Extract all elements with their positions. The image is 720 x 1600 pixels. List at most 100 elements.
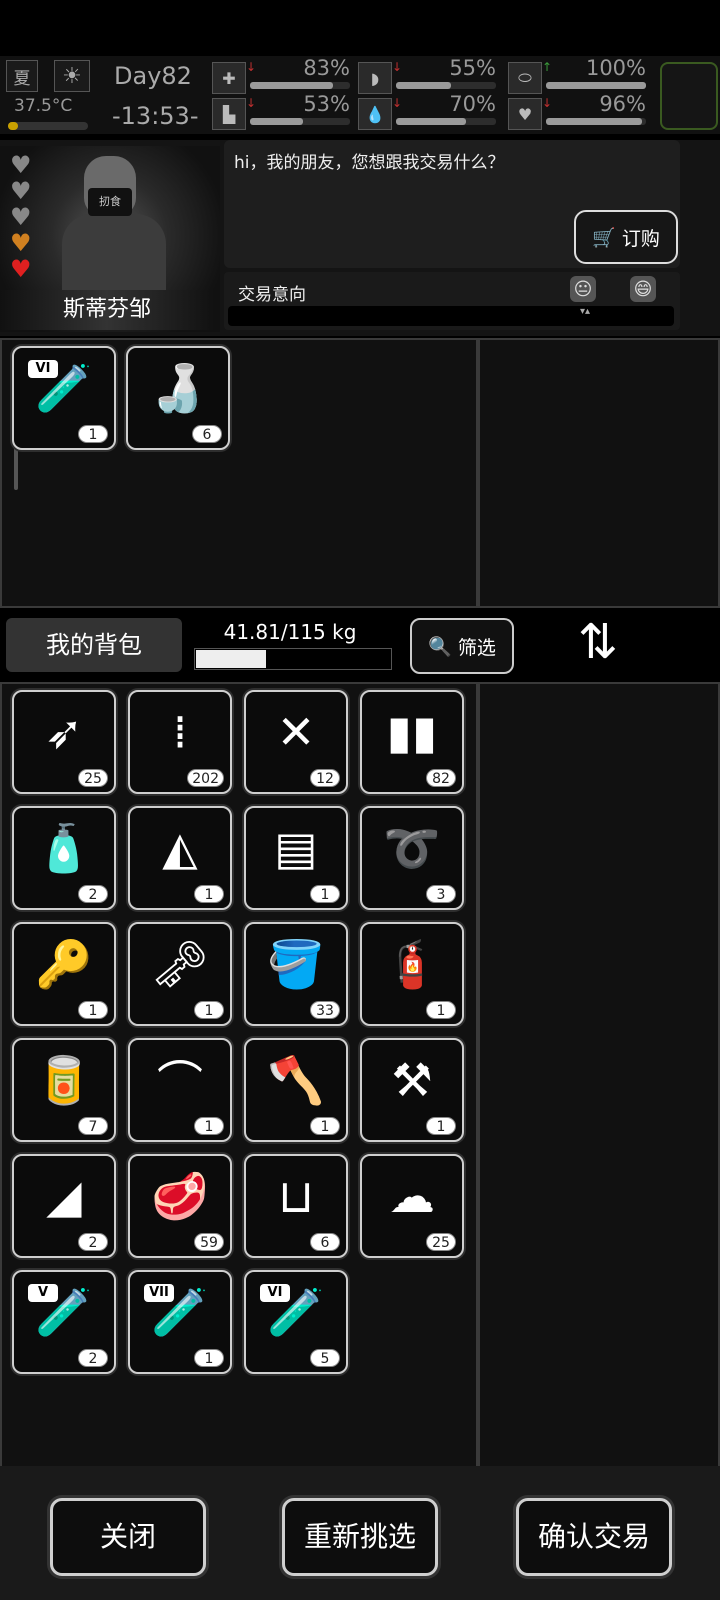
- order-button-label: 订购: [621, 227, 660, 250]
- season-indicator: 夏: [6, 60, 38, 92]
- inventory-item[interactable]: 🔑 1: [12, 922, 116, 1026]
- pistol-bullets-icon: ▮▮: [386, 705, 438, 759]
- stat-value: 83%: [303, 56, 350, 80]
- my-bag-tab[interactable]: 我的背包: [6, 618, 182, 672]
- cloth-icon: ◢: [46, 1169, 82, 1223]
- stat-value: 53%: [303, 92, 350, 116]
- inventory-item[interactable]: 🥫 7: [12, 1038, 116, 1142]
- arrow-icon: ➶: [44, 705, 84, 759]
- close-button[interactable]: 关闭: [50, 1498, 206, 1576]
- tier-badge: VI: [28, 360, 58, 378]
- rifle-bullets-icon: ⁞: [172, 705, 188, 759]
- inventory-item[interactable]: ◢ 2: [12, 1154, 116, 1258]
- npc-figure-body: [62, 214, 166, 298]
- item-count: 6: [192, 425, 222, 443]
- stat-bar-fill: [396, 118, 466, 125]
- affinity-hearts: ♥ ♥ ♥ ♥ ♥: [10, 152, 40, 282]
- game-clock: -13:53-: [112, 102, 199, 130]
- inventory-item[interactable]: 🗝 1: [128, 922, 232, 1026]
- inventory-item[interactable]: ▤ 1: [244, 806, 348, 910]
- inventory-item[interactable]: 🍶 6: [126, 346, 230, 450]
- car-key-icon: 🔑: [35, 936, 93, 991]
- inventory-item[interactable]: 🪣 33: [244, 922, 348, 1026]
- inventory-item[interactable]: 🧯 1: [360, 922, 464, 1026]
- inventory-item[interactable]: ➶ 25: [12, 690, 116, 794]
- equipment-slot[interactable]: [660, 62, 718, 130]
- inventory-item[interactable]: ⚒ 1: [360, 1038, 464, 1142]
- item-count: 2: [78, 1233, 108, 1251]
- inventory-item[interactable]: ⁞ 202: [128, 690, 232, 794]
- stat-bar-fill: [546, 82, 646, 89]
- inventory-item[interactable]: ⊔ 6: [244, 1154, 348, 1258]
- trade-intent-bar: [228, 306, 674, 326]
- stat-value: 70%: [449, 92, 496, 116]
- item-count: 7: [78, 1117, 108, 1135]
- stat-bar: [250, 82, 350, 89]
- stat-bar-fill: [250, 118, 303, 125]
- temperature-text: 37.5°C: [14, 96, 73, 116]
- tier-badge: VII: [144, 1284, 174, 1302]
- stat-value: 96%: [599, 92, 646, 116]
- torn-cloth-icon: ◭: [162, 821, 198, 875]
- confirm-trade-button[interactable]: 确认交易: [516, 1498, 672, 1576]
- inventory-item[interactable]: ✕ 12: [244, 690, 348, 794]
- bag-weight: 41.81/115 kg: [223, 620, 357, 644]
- item-count: 1: [194, 1117, 224, 1135]
- trade-offer-panel: [478, 338, 720, 608]
- pill-icon: ⬭: [508, 62, 542, 94]
- stat-bar: [546, 82, 646, 89]
- crowbar-icon: ⌒: [157, 1056, 203, 1110]
- item-count: 202: [187, 769, 224, 787]
- stat-bar-fill: [250, 82, 333, 89]
- stat-value: 100%: [585, 56, 646, 80]
- meat-icon: 🥩: [151, 1168, 209, 1223]
- item-count: 1: [194, 1349, 224, 1367]
- heart-icon: ♥: [508, 98, 542, 130]
- item-count: 1: [426, 1117, 456, 1135]
- bucket-icon: 🪣: [267, 936, 325, 991]
- bag-offer-panel: [478, 682, 720, 1468]
- item-count: 2: [78, 1349, 108, 1367]
- inventory-item[interactable]: 🧪 VI 1: [12, 346, 116, 450]
- rope-icon: ➰: [383, 820, 441, 875]
- swap-icon[interactable]: ⇅: [568, 612, 628, 672]
- inventory-item[interactable]: 🧪 V 2: [12, 1270, 116, 1374]
- item-count: 1: [426, 1001, 456, 1019]
- inventory-item[interactable]: 🪓 1: [244, 1038, 348, 1142]
- inventory-item[interactable]: 🧴 2: [12, 806, 116, 910]
- inventory-item[interactable]: 🧪 VII 1: [128, 1270, 232, 1374]
- stat-bar: [396, 82, 496, 89]
- order-button[interactable]: 🛒 订购: [574, 210, 678, 264]
- item-count: 12: [310, 769, 340, 787]
- towel-icon: ▤: [274, 821, 318, 875]
- stat-bar: [250, 118, 350, 125]
- tier-badge: V: [28, 1284, 58, 1302]
- shovel-icon: ⚒: [391, 1053, 433, 1107]
- inventory-item[interactable]: 🧪 VI 5: [244, 1270, 348, 1374]
- inventory-item[interactable]: 🥩 59: [128, 1154, 232, 1258]
- weight-bar-fill: [196, 650, 266, 668]
- inventory-item[interactable]: ▮▮ 82: [360, 690, 464, 794]
- item-count: 59: [194, 1233, 224, 1251]
- npc-mask: 扨食: [88, 188, 132, 216]
- filter-button[interactable]: 🔍 筛选: [410, 618, 514, 674]
- reselect-button[interactable]: 重新挑选: [282, 1498, 438, 1576]
- heart-icon: ♥: [10, 151, 32, 179]
- item-count: 1: [78, 425, 108, 443]
- neutral-face-icon: 😐: [570, 276, 596, 302]
- dialog-text: hi，我的朋友，您想跟我交易什么？: [234, 153, 505, 173]
- inventory-item[interactable]: ◭ 1: [128, 806, 232, 910]
- heart-icon: ♥: [10, 229, 32, 257]
- stat-bar-fill: [396, 82, 451, 89]
- item-count: 25: [426, 1233, 456, 1251]
- canned-food-icon: 🥫: [35, 1052, 93, 1107]
- trade-intent-label: 交易意向: [238, 285, 306, 305]
- temperature-bar-fill: [8, 122, 18, 130]
- inventory-item[interactable]: ☁ 25: [360, 1154, 464, 1258]
- thermos-icon: 🧯: [383, 936, 441, 991]
- inventory-item[interactable]: ➰ 3: [360, 806, 464, 910]
- heart-icon: ♥: [10, 203, 32, 231]
- item-count: 82: [426, 769, 456, 787]
- item-count: 1: [310, 1117, 340, 1135]
- inventory-item[interactable]: ⌒ 1: [128, 1038, 232, 1142]
